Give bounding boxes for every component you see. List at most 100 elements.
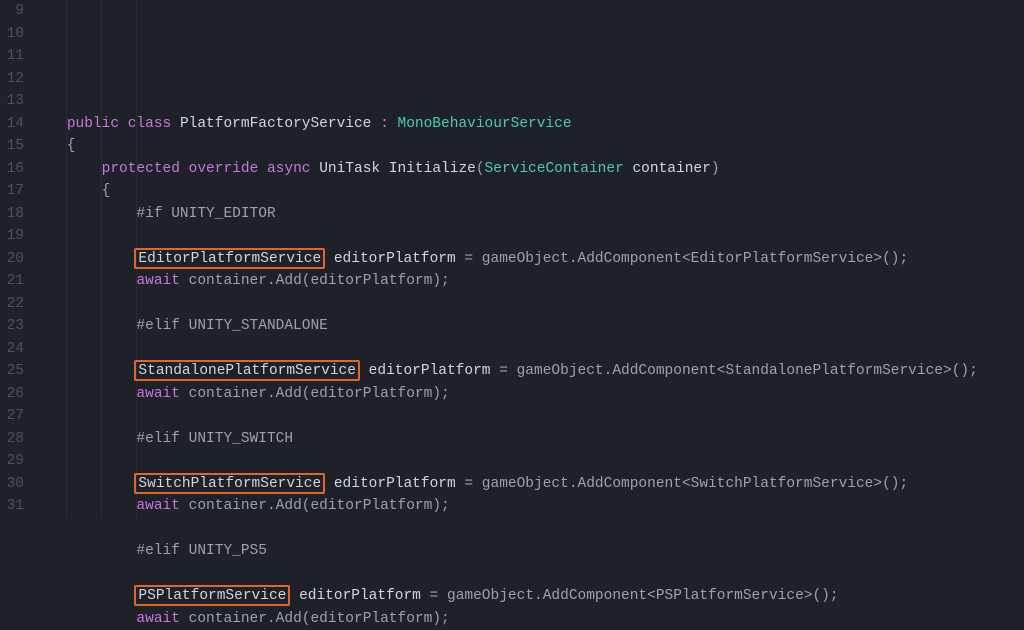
code-line[interactable]: #elif UNITY_SWITCH [32, 428, 1024, 451]
token: editorPlatform [299, 588, 421, 604]
code-line[interactable]: public class PlatformFactoryService : Mo… [32, 113, 1024, 136]
token [180, 161, 189, 177]
token: #elif [136, 431, 180, 447]
token [32, 116, 67, 132]
code-line[interactable]: #if UNITY_EDITOR [32, 203, 1024, 226]
token [32, 521, 41, 537]
line-number: 19 [0, 225, 24, 248]
token: ServiceContainer [485, 161, 624, 177]
token: < [647, 588, 656, 604]
highlight-box: SwitchPlatformService [134, 473, 325, 494]
token: UNITY_SWITCH [189, 431, 293, 447]
line-number: 24 [0, 338, 24, 361]
token [32, 476, 136, 492]
token: < [682, 251, 691, 267]
token: container [189, 386, 267, 402]
token [32, 341, 41, 357]
token: = [491, 363, 517, 379]
token [180, 498, 189, 514]
token: >(); [873, 476, 908, 492]
token: gameObject [482, 476, 569, 492]
code-line[interactable] [32, 338, 1024, 361]
token [119, 116, 128, 132]
token [180, 611, 189, 627]
token: gameObject [482, 251, 569, 267]
highlight-box: PSPlatformService [134, 585, 290, 606]
token: #elif [136, 318, 180, 334]
token: await [136, 611, 180, 627]
line-number: 27 [0, 405, 24, 428]
line-number: 14 [0, 113, 24, 136]
token: protected [102, 161, 180, 177]
token: Add [276, 611, 302, 627]
line-number: 31 [0, 495, 24, 518]
token: . [267, 273, 276, 289]
token: await [136, 273, 180, 289]
token: MonoBehaviourService [398, 116, 572, 132]
token: editorPlatform [310, 611, 432, 627]
line-number: 17 [0, 180, 24, 203]
code-line[interactable]: await container.Add(editorPlatform); [32, 383, 1024, 406]
token: = [421, 588, 447, 604]
token: AddComponent [578, 476, 682, 492]
code-line[interactable]: { [32, 180, 1024, 203]
token: UNITY_EDITOR [171, 206, 275, 222]
token [32, 588, 136, 604]
code-editor[interactable]: 9101112131415161718192021222324252627282… [0, 0, 1024, 518]
code-line[interactable] [32, 293, 1024, 316]
token [32, 611, 136, 627]
code-line[interactable]: StandalonePlatformService editorPlatform… [32, 360, 1024, 383]
token [258, 161, 267, 177]
code-line[interactable]: protected override async UniTask Initial… [32, 158, 1024, 181]
line-number: 16 [0, 158, 24, 181]
code-line[interactable] [32, 225, 1024, 248]
line-number: 9 [0, 0, 24, 23]
code-line[interactable]: await container.Add(editorPlatform); [32, 270, 1024, 293]
highlight-box: EditorPlatformService [134, 248, 325, 269]
token: EditorPlatformService [691, 251, 874, 267]
code-line[interactable] [32, 563, 1024, 586]
token: : [371, 116, 397, 132]
code-line[interactable]: PSPlatformService editorPlatform = gameO… [32, 585, 1024, 608]
token: PSPlatformService [656, 588, 804, 604]
token: container [632, 161, 710, 177]
token: UniTask [319, 161, 380, 177]
token: #if [136, 206, 162, 222]
code-line[interactable]: await container.Add(editorPlatform); [32, 608, 1024, 630]
code-line[interactable]: #elif UNITY_PS5 [32, 540, 1024, 563]
token: editorPlatform [310, 386, 432, 402]
token [32, 296, 41, 312]
token: gameObject [517, 363, 604, 379]
token [180, 273, 189, 289]
code-line[interactable]: SwitchPlatformService editorPlatform = g… [32, 473, 1024, 496]
token [290, 588, 299, 604]
code-line[interactable]: #elif UNITY_STANDALONE [32, 315, 1024, 338]
token: = [456, 251, 482, 267]
token: >(); [804, 588, 839, 604]
token: public [67, 116, 119, 132]
token: AddComponent [578, 251, 682, 267]
token: . [534, 588, 543, 604]
code-line[interactable]: { [32, 135, 1024, 158]
code-line[interactable]: EditorPlatformService editorPlatform = g… [32, 248, 1024, 271]
token: ); [432, 611, 449, 627]
token [32, 498, 136, 514]
code-area[interactable]: public class PlatformFactoryService : Mo… [32, 0, 1024, 518]
token: await [136, 498, 180, 514]
code-line[interactable] [32, 405, 1024, 428]
token [360, 363, 369, 379]
line-number: 21 [0, 270, 24, 293]
token [32, 363, 136, 379]
code-line[interactable] [32, 450, 1024, 473]
token: container [189, 498, 267, 514]
code-line[interactable]: await container.Add(editorPlatform); [32, 495, 1024, 518]
token: AddComponent [543, 588, 647, 604]
token [32, 318, 136, 334]
token [32, 386, 136, 402]
token: ); [432, 498, 449, 514]
token: . [569, 251, 578, 267]
token: = [456, 476, 482, 492]
code-line[interactable] [32, 518, 1024, 541]
token: PlatformFactoryService [180, 116, 371, 132]
line-number: 11 [0, 45, 24, 68]
